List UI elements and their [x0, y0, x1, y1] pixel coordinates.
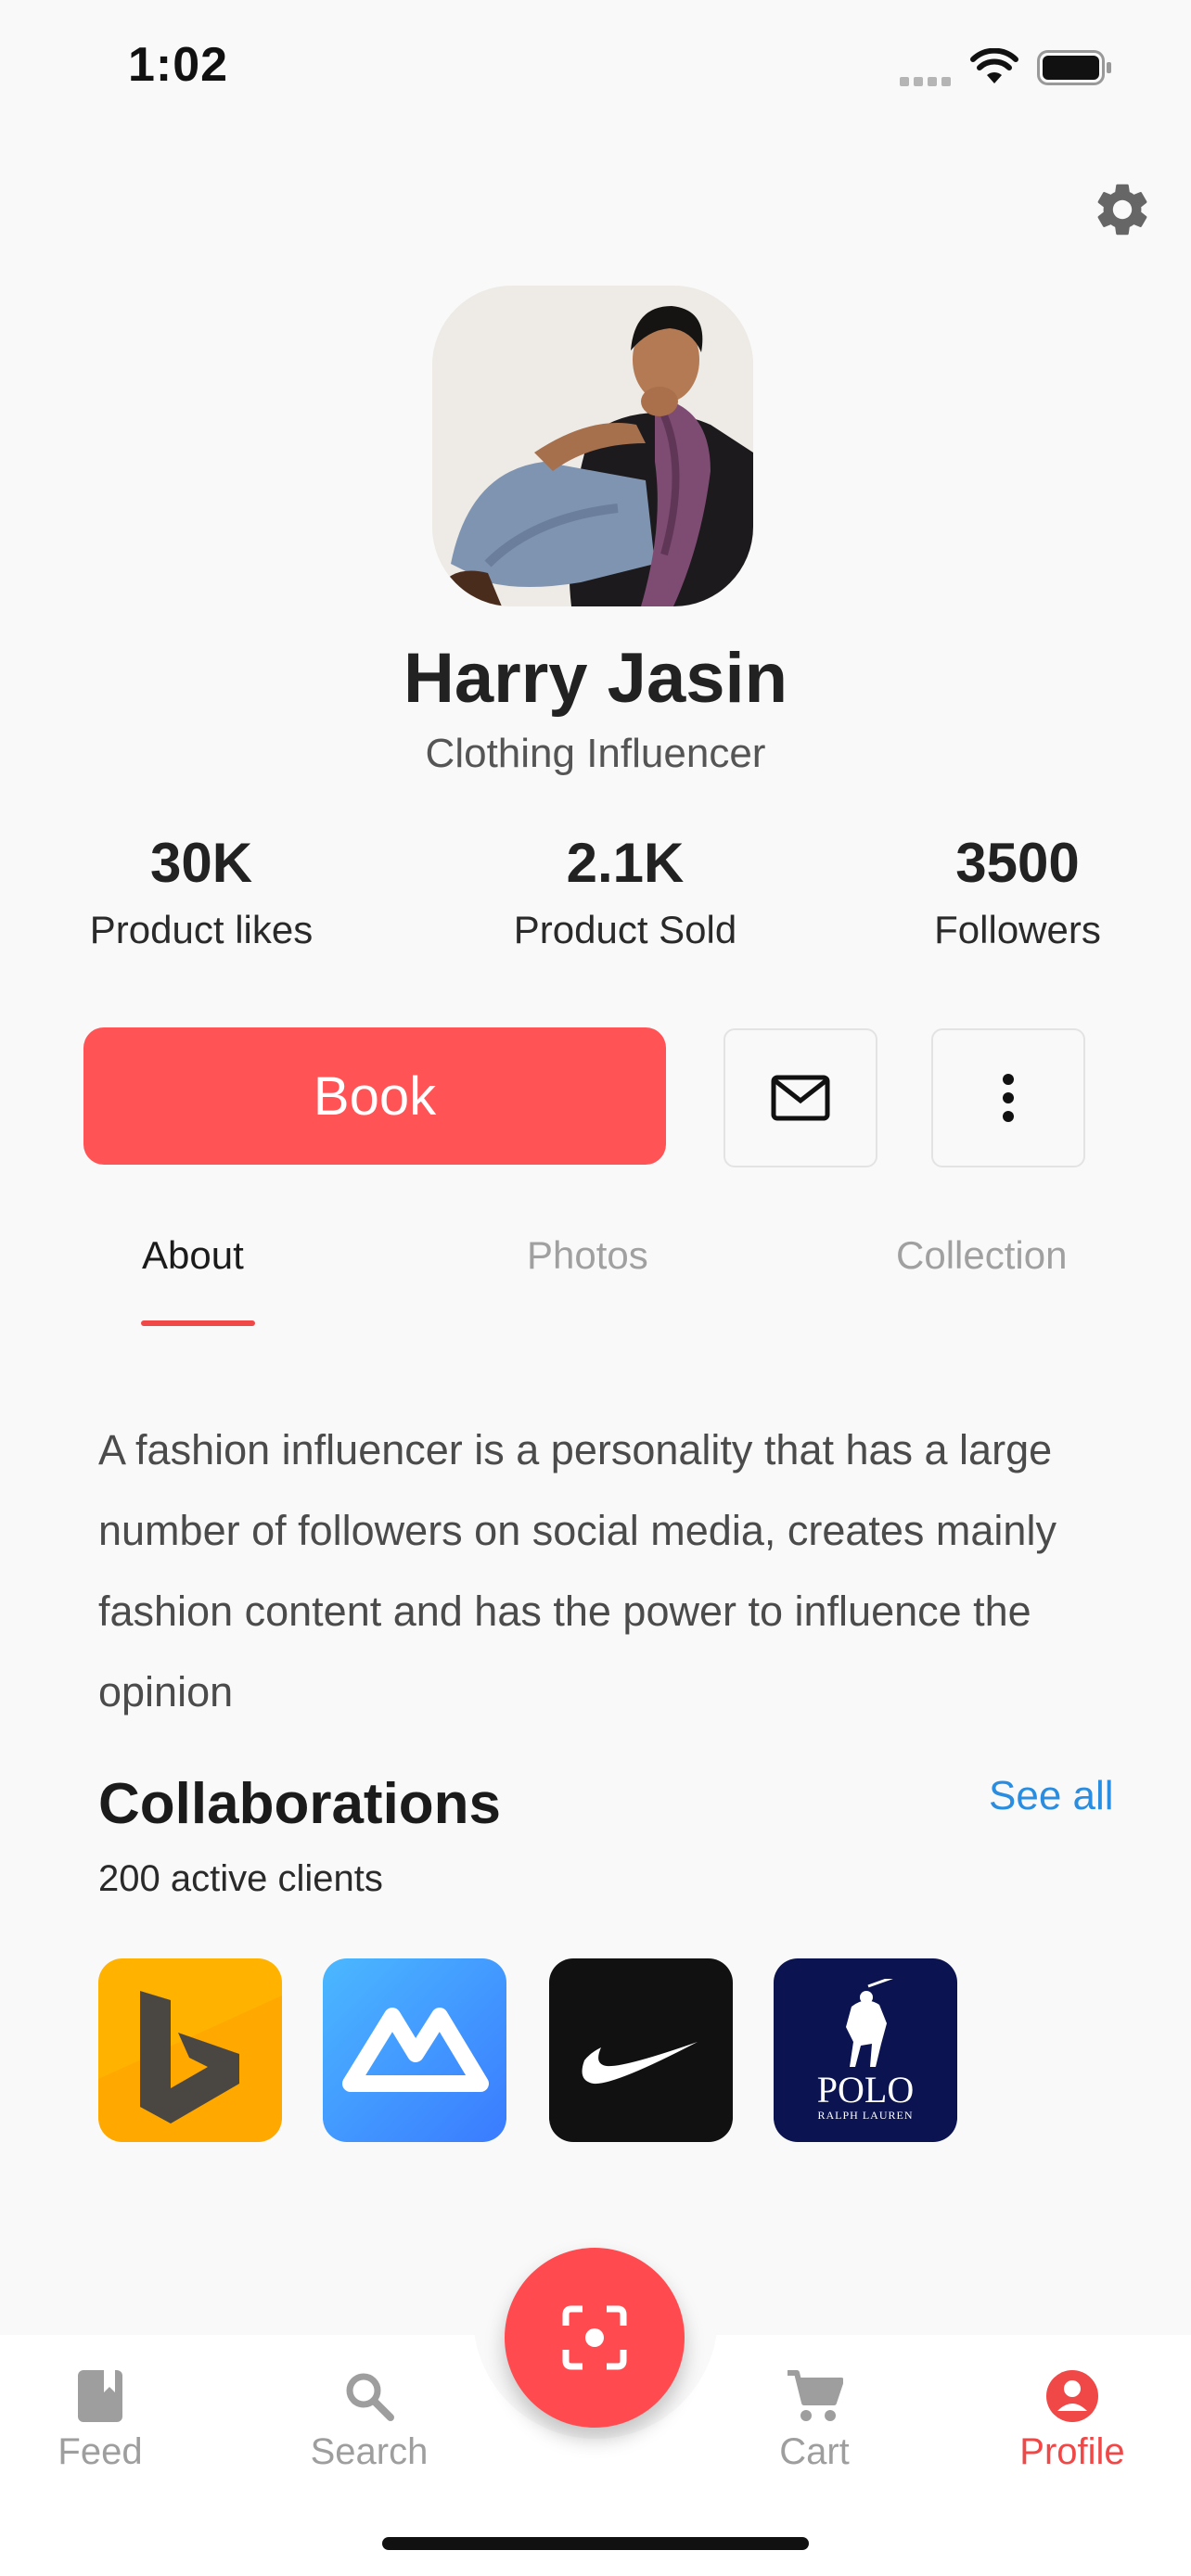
stat-product-likes: 30K Product likes	[16, 831, 387, 952]
collaborations-title: Collaborations	[98, 1772, 502, 1836]
nav-label: Cart	[779, 2431, 850, 2472]
active-tab-indicator	[141, 1320, 255, 1326]
stat-label: Product likes	[89, 908, 314, 951]
stat-value: 3500	[955, 832, 1080, 894]
polo-subtext: RALPH LAUREN	[817, 2108, 914, 2122]
stat-product-sold: 2.1K Product Sold	[440, 831, 811, 952]
stat-value: 30K	[149, 832, 253, 894]
status-time: 1:02	[128, 38, 229, 92]
nav-label: Feed	[58, 2431, 143, 2472]
stat-value: 2.1K	[566, 832, 685, 894]
tab-photos[interactable]: Photos	[527, 1233, 648, 1278]
signal-icon	[900, 74, 955, 86]
collaborations-subtitle: 200 active clients	[98, 1858, 383, 1899]
bing-logo[interactable]	[98, 1958, 282, 2142]
tab-about[interactable]: About	[142, 1233, 244, 1278]
profile-name: Harry Jasin	[403, 639, 788, 718]
nav-profile[interactable]: Profile	[980, 2366, 1165, 2473]
cart-icon	[788, 2370, 843, 2421]
settings-gear-icon[interactable]	[1091, 178, 1154, 241]
profile-icon	[1046, 2370, 1098, 2422]
wifi-icon	[970, 47, 1018, 85]
polo-logo[interactable]: POLO RALPH LAUREN	[774, 1958, 957, 2142]
book-button[interactable]: Book	[83, 1027, 666, 1165]
mail-icon	[771, 1075, 830, 1121]
scan-fab-button[interactable]	[505, 2248, 685, 2428]
nav-feed[interactable]: Feed	[7, 2366, 193, 2473]
polo-text: POLO	[816, 2068, 915, 2111]
search-icon	[346, 2373, 394, 2421]
about-text: A fashion influencer is a personality th…	[98, 1426, 1057, 1715]
profile-role: Clothing Influencer	[425, 731, 766, 776]
message-button[interactable]	[724, 1028, 877, 1167]
home-indicator	[382, 2537, 809, 2550]
capcut-logo[interactable]	[323, 1958, 506, 2142]
nike-logo[interactable]	[549, 1958, 733, 2142]
scan-icon	[562, 2305, 627, 2370]
nav-search[interactable]: Search	[276, 2366, 462, 2473]
battery-icon	[1037, 50, 1113, 85]
more-vertical-icon	[1003, 1074, 1014, 1122]
nav-label: Search	[310, 2431, 429, 2472]
book-icon	[78, 2370, 122, 2422]
nav-cart[interactable]: Cart	[722, 2366, 907, 2473]
profile-avatar	[432, 286, 753, 606]
stat-label: Followers	[934, 908, 1101, 951]
more-options-button[interactable]	[931, 1028, 1085, 1167]
see-all-link[interactable]: See all	[989, 1773, 1114, 1819]
nav-label: Profile	[1019, 2431, 1125, 2472]
tab-collection[interactable]: Collection	[896, 1233, 1067, 1278]
polo-player-icon	[846, 1978, 893, 2067]
stat-followers: 3500 Followers	[832, 831, 1191, 952]
stat-label: Product Sold	[513, 908, 737, 951]
